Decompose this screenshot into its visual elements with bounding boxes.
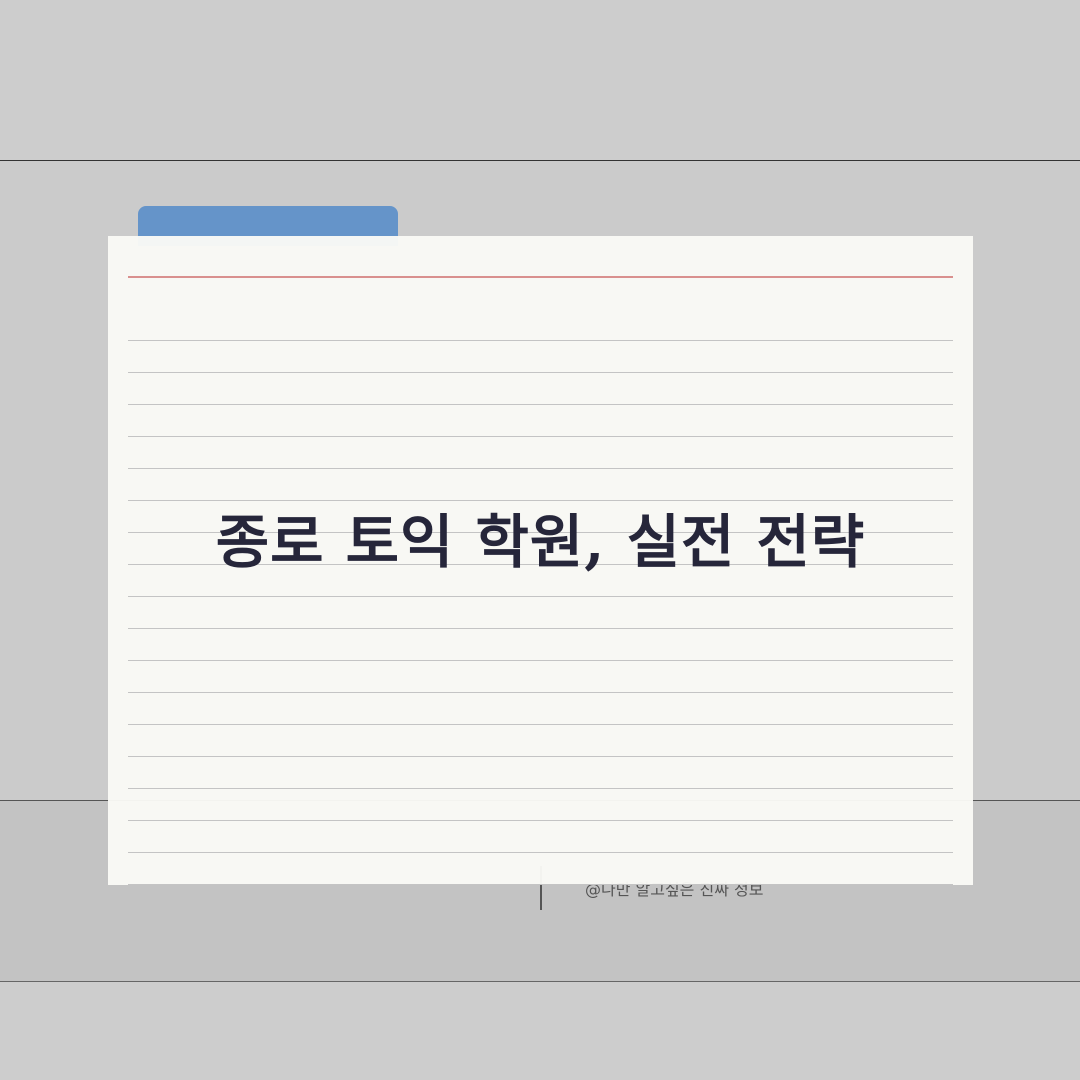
card-margin-line [128, 276, 953, 278]
card-title: 종로 토익 학원, 실전 전략 [215, 508, 866, 576]
bottom-band [0, 982, 1080, 1080]
top-band [0, 0, 1080, 161]
card-ruled-lines [128, 340, 953, 885]
note-card: 종로 토익 학원, 실전 전략 [108, 236, 973, 885]
